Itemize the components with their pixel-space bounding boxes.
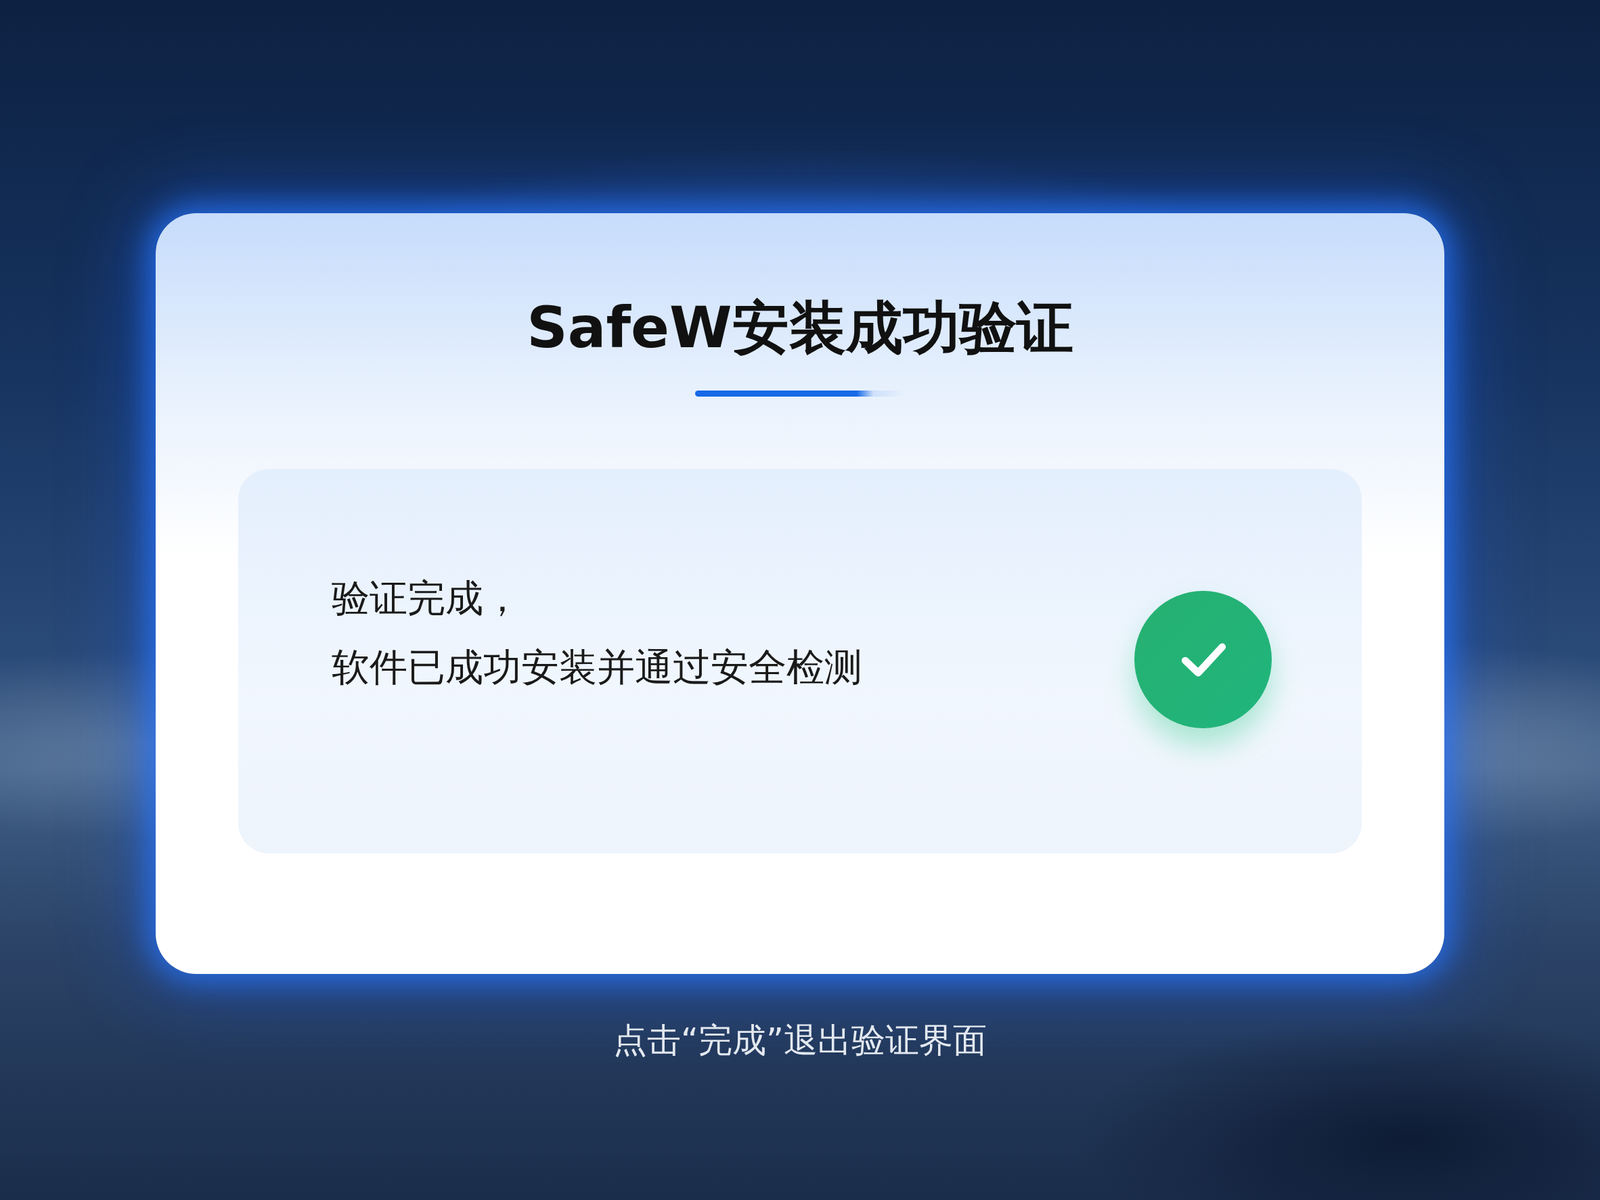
result-message: 验证完成，软件已成功安装并通过安全检测 <box>331 563 863 702</box>
success-badge <box>1134 590 1272 729</box>
verification-card: SafeW安装成功验证 验证完成，软件已成功安装并通过安全检测 <box>155 213 1445 974</box>
message-line: 软件已成功安装并通过安全检测 <box>331 632 863 702</box>
title-underline <box>695 390 905 397</box>
verification-screen: SafeW安装成功验证 验证完成，软件已成功安装并通过安全检测 点击“完成”退出… <box>0 0 1600 1200</box>
checkmark-icon <box>1170 626 1236 692</box>
result-panel: 验证完成，软件已成功安装并通过安全检测 <box>238 469 1362 854</box>
card-title: SafeW安装成功验证 <box>526 293 1073 363</box>
message-line: 验证完成， <box>331 563 863 633</box>
exit-hint: 点击“完成”退出验证界面 <box>613 1018 987 1063</box>
